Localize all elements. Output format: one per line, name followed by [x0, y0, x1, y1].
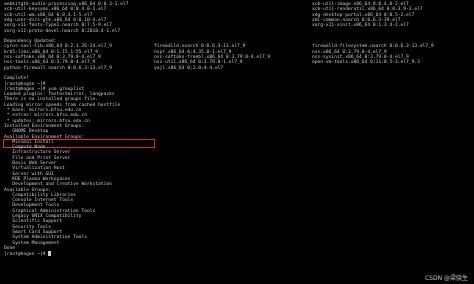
- text-cursor: [48, 251, 52, 257]
- dep-block-cell: yajl.x86_64 0:2.0.4-4.el7: [154, 65, 224, 71]
- terminal-window[interactable]: CSDN @梁骁生 webkitgtk-audio-processing.x86…: [0, 0, 474, 284]
- dep-block-cell: python-firewall.noarch 0:0.6.3-13.el7_9: [4, 65, 112, 71]
- dep-block-cell: open-vm-tools.x86_64 0:11.0.5-3.el7_9.3: [312, 60, 420, 66]
- terminal-line: [root@hogon ~]#: [4, 251, 52, 257]
- watermark: CSDN @梁骁生: [424, 274, 468, 282]
- top-block-cell: xorg-x11-xinit.x86_64 0:1.3.4-2.el7: [312, 23, 409, 29]
- top-block-cell: xorg-x11-proto-devel.noarch 0:2018.4-1.e…: [4, 28, 121, 34]
